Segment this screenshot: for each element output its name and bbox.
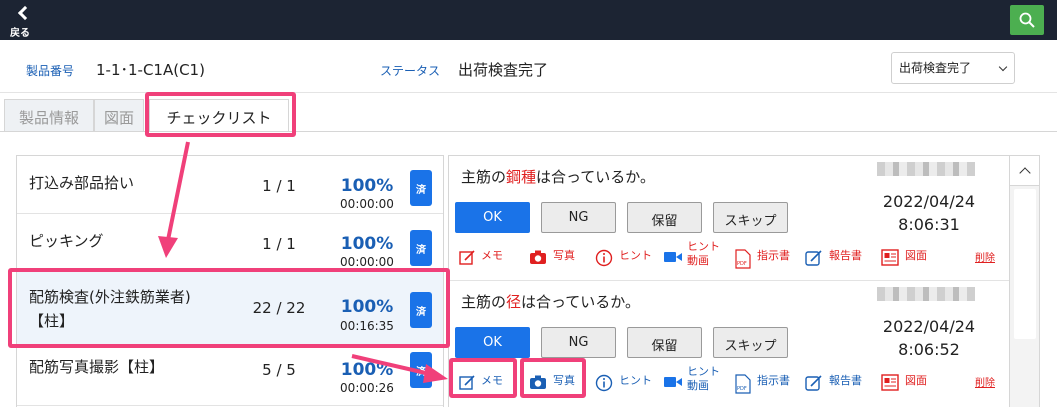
arrow-head-to-row bbox=[158, 236, 178, 258]
arrow-head-to-memo bbox=[423, 364, 448, 383]
arrow-to-row bbox=[166, 141, 190, 241]
annotation-arrows bbox=[158, 141, 448, 383]
arrow-to-memo bbox=[351, 354, 431, 376]
